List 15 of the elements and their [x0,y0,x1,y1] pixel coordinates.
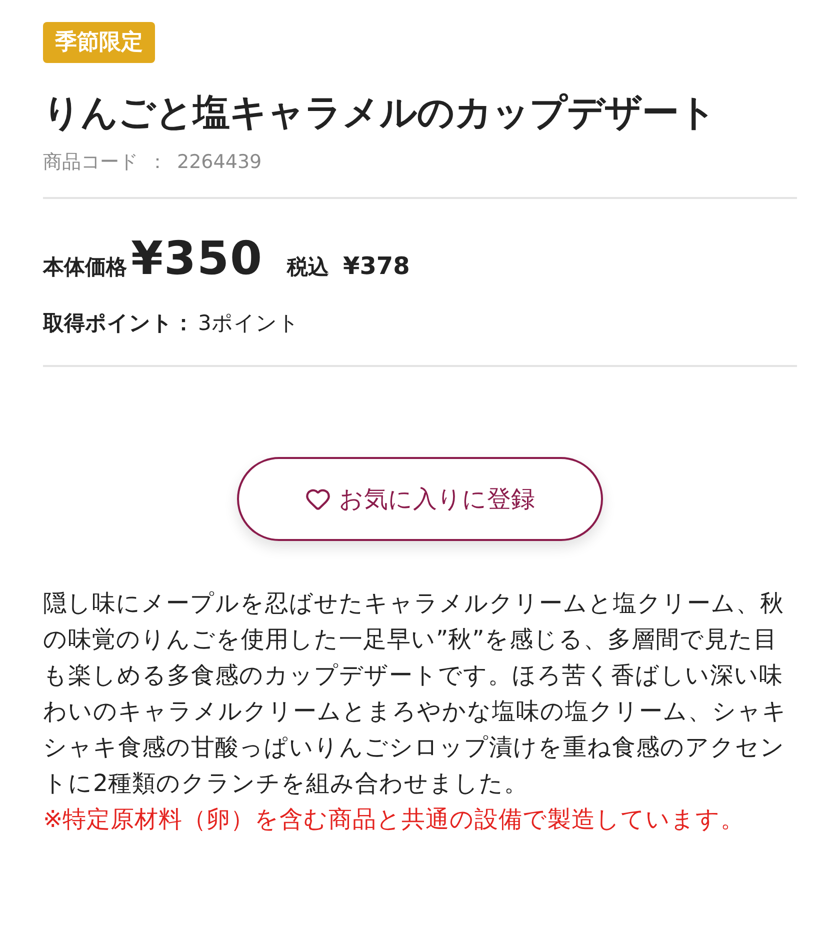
price-value: ¥350 [131,231,264,285]
points-value: 3ポイント [198,310,300,337]
allergen-notice: ※特定原材料（卵）を含む商品と共通の設備で製造しています。 [43,804,746,835]
tax-included-price: ¥378 [343,252,410,280]
price-label: 本体価格 [43,254,127,281]
product-description: 隠し味にメープルを忍ばせたキャラメルクリームと塩クリーム、秋の味覚のりんごを使用した一足早い”秋”を感じる、多層間で見た目も楽しめる多食感のカップデザートです。ほろ苦く香ばしい深い味わいのキャラメルクリームとまろやかな塩味の塩クリーム、シャキシャキ食感の甘酸っぱいりんごシロップ漬けを重ね食感のアクセントに2種類のクランチを組み合わせました。 [43,588,788,799]
seasonal-badge: 季節限定 [43,22,155,63]
points-label: 取得ポイント： [43,310,194,337]
product-title: りんごと塩キャラメルのカップデザート [43,90,717,136]
heart-icon [305,486,331,512]
product-code: 2264439 [177,150,262,175]
separator: ： [148,150,167,175]
tax-label: 税込 [287,254,330,281]
favorite-button[interactable]: お気に入りに登録 [237,457,603,541]
product-code-label: 商品コード [43,150,138,175]
